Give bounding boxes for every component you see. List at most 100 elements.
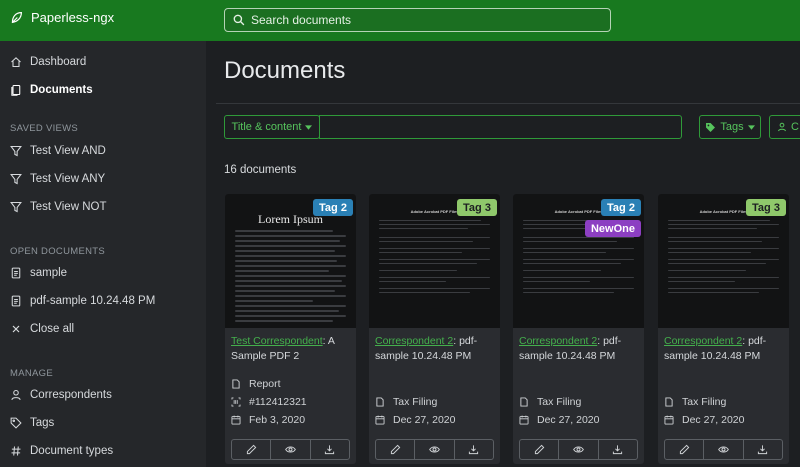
tag-badge[interactable]: Tag 2 (313, 199, 353, 216)
sidebar-item-correspondents[interactable]: Correspondents (10, 385, 112, 405)
correspondent-link[interactable]: Correspondent 2 (375, 335, 453, 347)
top-navbar: Paperless-ngx Search documents (0, 0, 800, 41)
correspondent-link[interactable]: Test Correspondent (231, 335, 323, 347)
correspondent-link[interactable]: Correspondent 2 (519, 335, 597, 347)
tag-badge[interactable]: Tag 3 (457, 199, 497, 216)
page-title: Documents (224, 57, 346, 84)
eye-icon (573, 446, 584, 453)
preview-button[interactable] (704, 440, 744, 459)
section-manage: MANAGE (10, 368, 53, 379)
sidebar-item-label: Document types (30, 445, 114, 457)
sidebar-item-label: Close all (30, 323, 75, 335)
search-icon (233, 14, 245, 26)
document-type[interactable]: Tax Filing (519, 395, 581, 409)
funnel-icon (10, 201, 22, 213)
sidebar-item-saved-view[interactable]: Test View AND (10, 141, 106, 161)
sidebar-item-open-document[interactable]: sample (10, 263, 67, 283)
tag-badge[interactable]: NewOne (585, 220, 641, 237)
correspondent-link[interactable]: Correspondent 2 (664, 335, 742, 347)
file-icon (376, 397, 384, 407)
card-actions (231, 439, 350, 460)
thumbnail-text-lines (668, 220, 779, 328)
sidebar-item-label: pdf-sample 10.24.48 PM (30, 295, 156, 307)
files-icon (11, 84, 21, 96)
house-icon (11, 57, 21, 68)
document-type[interactable]: Tax Filing (664, 395, 726, 409)
caret-down-icon (305, 124, 313, 130)
download-button[interactable] (455, 440, 493, 459)
document-title: Correspondent 2: pdf-sample 10.24.48 PM (375, 335, 478, 362)
document-thumbnail[interactable]: Adobe Acrobat PDF Files Tag 3 (658, 194, 789, 328)
document-title: Correspondent 2: pdf-sample 10.24.48 PM (664, 335, 767, 362)
funnel-icon (10, 173, 22, 185)
thumbnail-text-lines (235, 230, 346, 328)
document-card[interactable]: Lorem Ipsum Tag 2 Test Correspondent: A … (225, 194, 356, 464)
document-type[interactable]: Report (231, 377, 281, 391)
search-input[interactable]: Search documents (224, 8, 611, 32)
sidebar-item-label: Test View AND (30, 145, 106, 157)
eye-icon (718, 446, 729, 453)
filter-mode-label: Title & content (231, 121, 302, 133)
document-thumbnail[interactable]: Adobe Acrobat PDF Files Tag 2 NewOne (513, 194, 644, 328)
sidebar-item-label: Test View ANY (30, 173, 106, 185)
calendar-icon (519, 415, 529, 425)
tags-filter-dropdown[interactable]: Tags (699, 115, 761, 139)
card-actions (664, 439, 783, 460)
preview-button[interactable] (415, 440, 455, 459)
document-card[interactable]: Adobe Acrobat PDF Files Tag 2 NewOne Cor… (513, 194, 644, 464)
sidebar-item-label: sample (30, 267, 68, 279)
sidebar-item-dashboard[interactable]: Dashboard (10, 52, 86, 72)
document-card[interactable]: Adobe Acrobat PDF Files Tag 3 Correspond… (658, 194, 789, 464)
close-icon (12, 325, 20, 333)
thumbnail-text-lines (379, 220, 490, 328)
sidebar-item-label: Dashboard (30, 56, 87, 68)
edit-button[interactable] (232, 440, 272, 459)
pencil-icon (390, 444, 400, 455)
document-card[interactable]: Adobe Acrobat PDF Files Tag 3 Correspond… (369, 194, 500, 464)
file-icon (665, 397, 673, 407)
barcode-icon (231, 397, 241, 407)
calendar-icon (664, 415, 674, 425)
file-icon (520, 397, 528, 407)
document-thumbnail[interactable]: Lorem Ipsum Tag 2 (225, 194, 356, 328)
file-text-icon (11, 295, 21, 307)
section-open-documents: OPEN DOCUMENTS (10, 246, 105, 257)
download-button[interactable] (744, 440, 782, 459)
download-icon (758, 445, 768, 455)
download-icon (469, 445, 479, 455)
filter-mode-dropdown[interactable]: Title & content (224, 115, 320, 139)
sidebar-item-tags[interactable]: Tags (10, 413, 54, 433)
sidebar-item-open-document[interactable]: pdf-sample 10.24.48 PM (10, 291, 155, 311)
tag-badge[interactable]: Tag 3 (746, 199, 786, 216)
sidebar-item-saved-view[interactable]: Test View ANY (10, 169, 105, 189)
sidebar-item-saved-view[interactable]: Test View NOT (10, 197, 106, 217)
filter-text-input[interactable] (319, 115, 682, 139)
document-date: Dec 27, 2020 (519, 413, 599, 427)
pencil-icon (679, 444, 689, 455)
edit-button[interactable] (520, 440, 560, 459)
document-type[interactable]: Tax Filing (375, 395, 437, 409)
correspondent-filter-dropdown[interactable]: C (769, 115, 800, 139)
preview-button[interactable] (559, 440, 599, 459)
main-content: Documents Title & content Tags C 16 docu… (206, 41, 800, 467)
download-icon (613, 445, 623, 455)
sidebar-item-documents[interactable]: Documents (10, 80, 93, 100)
calendar-icon (375, 415, 385, 425)
edit-button[interactable] (665, 440, 705, 459)
search-placeholder: Search documents (251, 13, 352, 27)
document-count: 16 documents (224, 164, 297, 176)
eye-icon (285, 446, 296, 453)
document-thumbnail[interactable]: Adobe Acrobat PDF Files Tag 3 (369, 194, 500, 328)
pencil-icon (246, 444, 256, 455)
preview-button[interactable] (271, 440, 311, 459)
download-icon (325, 445, 335, 455)
download-button[interactable] (311, 440, 349, 459)
tag-badge[interactable]: Tag 2 (601, 199, 641, 216)
edit-button[interactable] (376, 440, 416, 459)
caret-down-icon (747, 124, 755, 130)
download-button[interactable] (599, 440, 637, 459)
sidebar-item-document-types[interactable]: Document types (10, 441, 113, 461)
leaf-icon (11, 12, 22, 24)
app-brand[interactable]: Paperless-ngx (10, 10, 114, 25)
close-all-button[interactable]: Close all (10, 319, 74, 339)
